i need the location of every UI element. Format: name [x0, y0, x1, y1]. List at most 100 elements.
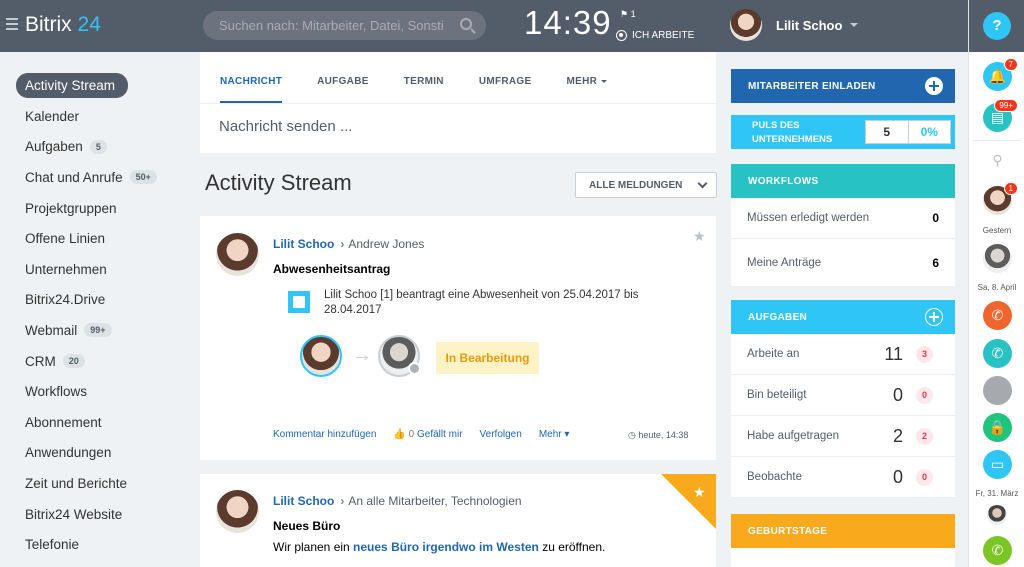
- tasks-header[interactable]: AUFGABEN: [731, 300, 955, 334]
- bitrix-logo[interactable]: Bitrix 24: [25, 13, 101, 37]
- menu-item-abonnement[interactable]: Abonnement: [16, 407, 186, 438]
- menu-item-workflows[interactable]: Workflows: [16, 376, 186, 407]
- menu-item-label: Bitrix24.Drive: [25, 292, 106, 308]
- follow-link[interactable]: Verfolgen: [480, 429, 522, 440]
- task-row[interactable]: Habe aufgetragen 2 2: [731, 416, 955, 457]
- menu-item-kalender[interactable]: Kalender: [16, 101, 186, 132]
- pulse-header[interactable]: PULS DES UNTERNEHMENS 5 0%: [731, 115, 955, 149]
- tab-umfrage[interactable]: UMFRAGE: [479, 52, 532, 103]
- like-label: Gefällt mir: [416, 429, 463, 440]
- contact-avatar[interactable]: 1: [983, 182, 1018, 215]
- like-button[interactable]: 👍 0 Gefällt mir: [393, 429, 462, 440]
- post-recipient[interactable]: Andrew Jones: [348, 237, 424, 251]
- pulse-widget[interactable]: PULS DES UNTERNEHMENS 5 0%: [731, 115, 955, 149]
- menu-item-activity-stream[interactable]: Activity Stream: [16, 73, 128, 98]
- task-row[interactable]: Bin beteiligt 0 0: [731, 375, 955, 416]
- phone-call-icon[interactable]: ✆: [983, 301, 1012, 330]
- post-text-part: zu eröffnen.: [538, 540, 606, 554]
- workflow-row[interactable]: Müssen erledigt werden 0: [731, 198, 955, 239]
- menu-item-aufgaben[interactable]: Aufgaben 5: [16, 132, 186, 163]
- message-input[interactable]: Nachricht senden ...: [200, 104, 716, 135]
- invite-widget[interactable]: MITARBEITER EINLADEN: [731, 69, 955, 103]
- favorite-corner[interactable]: [661, 474, 716, 529]
- menu-item-website[interactable]: Bitrix24 Website: [16, 499, 186, 530]
- search-input[interactable]: [203, 11, 443, 40]
- menu-item-crm[interactable]: CRM 20: [16, 346, 186, 377]
- video-icon[interactable]: ▭: [983, 450, 1012, 479]
- left-menu: Activity Stream Kalender Aufgaben 5 Chat …: [16, 73, 186, 560]
- tab-mehr[interactable]: MEHR: [566, 52, 608, 103]
- chat-badge: 99+: [994, 99, 1018, 112]
- contact-avatar[interactable]: [983, 244, 1012, 273]
- search-box[interactable]: [203, 11, 486, 40]
- invite-button[interactable]: MITARBEITER EINLADEN: [731, 69, 955, 103]
- menu-item-label: Abonnement: [25, 414, 102, 430]
- author-link[interactable]: Lilit Schoo: [273, 494, 334, 508]
- recent-label-yesterday: Gestern: [982, 226, 1012, 235]
- tab-nachricht[interactable]: NACHRICHT: [220, 52, 283, 103]
- workflows-header[interactable]: WORKFLOWS: [731, 164, 955, 198]
- right-sidebar: ? 🔔 7 ▤ 99+ ⚲ 1 Gestern Sa, 8. April ✆ ✆…: [968, 0, 1024, 567]
- star-icon[interactable]: ★: [693, 228, 706, 245]
- recent-label-date: Fr, 31. März: [975, 489, 1019, 498]
- task-row[interactable]: Arbeite an 11 3: [731, 334, 955, 375]
- menu-item-chat[interactable]: Chat und Anrufe 50+: [16, 162, 186, 193]
- help-button[interactable]: ?: [983, 12, 1011, 40]
- birthdays-header[interactable]: GEBURTSTAGE: [731, 514, 955, 548]
- post-composer: NACHRICHT AUFGABE TERMIN UMFRAGE MEHR Na…: [200, 52, 716, 153]
- more-link[interactable]: Mehr ▾: [539, 429, 570, 440]
- work-status-icon: [616, 30, 627, 41]
- menu-item-projektgruppen[interactable]: Projektgruppen: [16, 193, 186, 224]
- requester-avatar[interactable]: [300, 335, 342, 377]
- menu-item-unternehmen[interactable]: Unternehmen: [16, 254, 186, 285]
- filter-dropdown[interactable]: ALLE MELDUNGEN: [575, 172, 717, 198]
- menu-item-offene-linien[interactable]: Offene Linien: [16, 223, 186, 254]
- work-status[interactable]: ICH ARBEITE: [616, 30, 694, 41]
- add-task-icon[interactable]: [925, 308, 943, 326]
- author-avatar[interactable]: [216, 490, 259, 533]
- menu-item-zeit-berichte[interactable]: Zeit und Berichte: [16, 468, 186, 499]
- workflow-row[interactable]: Meine Anträge 6: [731, 239, 955, 287]
- post-time: ◷ heute, 14:38: [628, 430, 688, 441]
- tab-aufgabe[interactable]: AUFGABE: [317, 52, 369, 103]
- notifications-button[interactable]: 🔔 7: [983, 58, 1018, 91]
- task-row[interactable]: Beobachte 0 0: [731, 457, 955, 498]
- menu-item-badge: 99+: [84, 323, 112, 338]
- row-value: 2: [892, 425, 903, 446]
- user-avatar: [730, 9, 762, 41]
- user-menu[interactable]: Lilit Schoo: [730, 9, 859, 41]
- row-value: 11: [884, 343, 903, 364]
- phone-call-icon[interactable]: ✆: [983, 339, 1012, 368]
- chat-list-button[interactable]: ▤ 99+: [983, 99, 1018, 132]
- post-text-link[interactable]: neues Büro irgendwo im Westen: [353, 540, 539, 554]
- menu-item-label: Webmail: [25, 322, 78, 338]
- menu-item-drive[interactable]: Bitrix24.Drive: [16, 285, 186, 316]
- menu-item-telefonie[interactable]: Telefonie: [16, 529, 186, 560]
- menu-item-anwendungen[interactable]: Anwendungen: [16, 438, 186, 469]
- lock-icon[interactable]: 🔒: [983, 413, 1012, 442]
- author-link[interactable]: Lilit Schoo: [273, 237, 334, 251]
- birthdays-body: [731, 548, 955, 567]
- comment-link[interactable]: Kommentar hinzufügen: [273, 429, 376, 440]
- clock: 14:39: [524, 4, 612, 41]
- contact-avatar[interactable]: [983, 376, 1012, 405]
- post-recipient[interactable]: An alle Mitarbeiter, Technologien: [348, 494, 521, 508]
- menu-toggle-icon[interactable]: [6, 18, 18, 30]
- workflows-widget: WORKFLOWS Müssen erledigt werden 0 Meine …: [731, 164, 955, 287]
- post-author: Lilit Schoo › Andrew Jones: [273, 237, 424, 251]
- recent-label-date: Sa, 8. April: [977, 283, 1017, 292]
- tab-termin[interactable]: TERMIN: [404, 52, 444, 103]
- logo-number: 24: [77, 13, 101, 36]
- contact-avatar[interactable]: [987, 505, 1007, 525]
- star-icon[interactable]: ★: [693, 484, 706, 501]
- phone-call-icon[interactable]: ✆: [983, 536, 1012, 565]
- row-value: 0: [892, 466, 903, 487]
- menu-item-webmail[interactable]: Webmail 99+: [16, 315, 186, 346]
- contact-search-icon[interactable]: ⚲: [983, 146, 1012, 175]
- author-avatar[interactable]: [216, 233, 259, 276]
- clock-icon: ◷: [628, 430, 636, 440]
- chevron-down-icon: [850, 23, 859, 27]
- search-icon[interactable]: [460, 18, 472, 30]
- menu-item-label: Kalender: [25, 108, 80, 124]
- flag-indicator[interactable]: ⚑ 1: [620, 9, 636, 20]
